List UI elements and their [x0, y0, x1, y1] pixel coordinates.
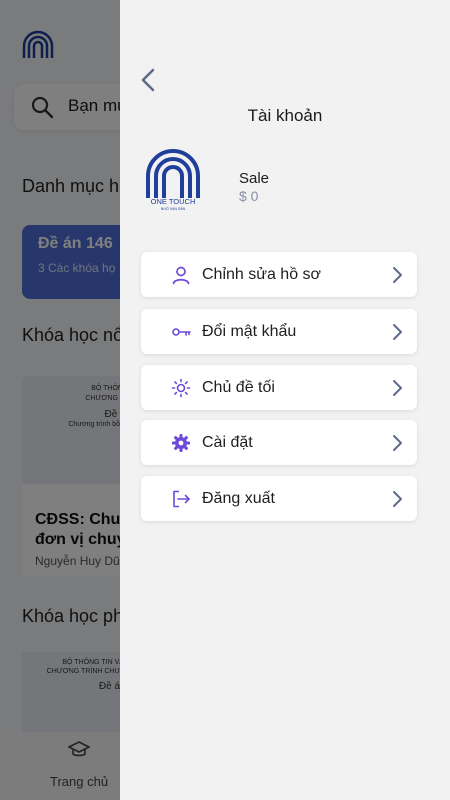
menu-label: Chủ đề tối [202, 379, 275, 396]
menu-settings[interactable]: Cài đặt [141, 420, 417, 465]
user-icon [172, 266, 190, 285]
menu-label: Đăng xuất [202, 490, 275, 507]
chevron-right-icon [393, 380, 402, 396]
menu-label: Chỉnh sửa hồ sơ [202, 266, 322, 283]
key-icon [172, 328, 191, 336]
chevron-right-icon [393, 324, 402, 340]
account-drawer: Tài khoản ONE TOUCH NHỜ VẠN SẢN Sale $ 0… [120, 0, 450, 800]
avatar: ONE TOUCH NHỜ VẠN SẢN [146, 149, 200, 211]
chevron-right-icon [393, 267, 402, 283]
menu-edit-profile[interactable]: Chỉnh sửa hồ sơ [141, 252, 417, 297]
menu-label: Đổi mật khẩu [202, 323, 297, 340]
menu-label: Cài đặt [202, 434, 253, 451]
chevron-right-icon [393, 435, 402, 451]
menu-dark-theme[interactable]: Chủ đề tối [141, 365, 417, 410]
menu-change-password[interactable]: Đổi mật khẩu [141, 309, 417, 354]
sun-icon [171, 378, 191, 398]
drawer-title: Tài khoản [247, 106, 323, 125]
profile-name: Sale [239, 170, 270, 187]
back-arrow-icon[interactable] [136, 66, 162, 94]
logo-subtext: NHỜ VẠN SẢN [161, 206, 186, 211]
logout-icon [173, 490, 190, 508]
logo-text: ONE TOUCH [151, 197, 196, 206]
profile-balance: $ 0 [239, 188, 259, 204]
chevron-right-icon [393, 491, 402, 507]
gear-icon [172, 434, 190, 452]
menu-logout[interactable]: Đăng xuất [141, 476, 417, 521]
